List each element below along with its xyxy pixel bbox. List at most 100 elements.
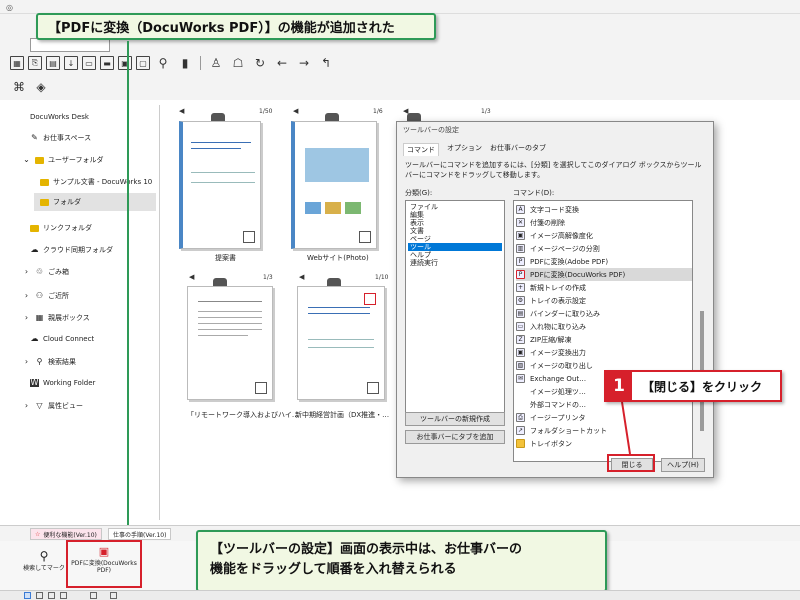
rotate-icon[interactable]: ↻ xyxy=(251,54,269,72)
document-thumbnail[interactable] xyxy=(179,121,261,249)
monitor-icon[interactable]: ▢ xyxy=(136,56,150,70)
sidebar-item-desk[interactable]: DocuWorks Desk xyxy=(30,113,89,121)
grid-icon[interactable]: ▦ xyxy=(10,56,24,70)
command-list-scrollbar[interactable] xyxy=(698,201,706,463)
document-item[interactable]: ◀ 1/10 新中期経営計画（DX推進・… xyxy=(291,270,391,430)
annotation-bottom: 【ツールバーの設定】画面の表示中は、お仕事バーの 機能をドラッグして順番を入れ替… xyxy=(196,530,607,592)
sidebar-item-user-folder[interactable]: ⌄ ユーザーフォルダ xyxy=(22,155,103,165)
document-thumbnail[interactable] xyxy=(291,121,377,249)
folder-icon[interactable]: ▬ xyxy=(100,56,114,70)
annotation-icon[interactable]: ☖ xyxy=(229,54,247,72)
image-tool-icon xyxy=(516,387,525,396)
add-workbar-tab-button[interactable]: お仕事バーにタブを追加 xyxy=(405,430,505,444)
sidebar-item-neighborhood[interactable]: › ⚇ ご近所 xyxy=(22,291,69,301)
view-tray-icon[interactable] xyxy=(90,592,97,599)
list-item[interactable]: 表示 xyxy=(408,219,502,227)
list-item[interactable]: 編集 xyxy=(408,211,502,219)
tag-icon[interactable]: ⌘ xyxy=(10,78,28,96)
command-item-selected[interactable]: P PDFに変換(DocuWorks PDF) xyxy=(516,268,692,281)
document-thumbnail[interactable] xyxy=(297,286,385,400)
new-tray-icon: + xyxy=(516,283,525,292)
view-list-icon[interactable] xyxy=(36,592,43,599)
toolbar-settings-dialog: ツールバーの設定 コマンド オプション お仕事バーのタブ ツールバーにコマンドを… xyxy=(396,121,714,478)
zoom-icon[interactable]: ⚲ xyxy=(154,54,172,72)
list-item[interactable]: 文書 xyxy=(408,227,502,235)
seal-icon xyxy=(364,293,376,305)
list-item-selected[interactable]: ツール xyxy=(408,243,502,251)
docuworks-pdf-icon: P xyxy=(516,270,525,279)
sidebar-item-search-results[interactable]: › ⚲ 検索結果 xyxy=(22,357,76,367)
command-item[interactable]: P PDFに変換(Adobe PDF) xyxy=(516,255,692,268)
step-text: 【閉じる】をクリック xyxy=(642,379,763,394)
page-counter: 1/3 xyxy=(481,108,491,115)
sidebar-item-confidential-box[interactable]: › ▦ 親展ボックス xyxy=(22,313,90,323)
search-input[interactable] xyxy=(30,38,110,52)
command-item[interactable]: ▥ イメージページの分割 xyxy=(516,242,692,255)
list-item[interactable]: 連続実行 xyxy=(408,259,502,267)
view-grid-icon[interactable] xyxy=(60,592,67,599)
sidebar-item-link-folder[interactable]: リンクフォルダ xyxy=(30,223,92,233)
arrow-left-icon[interactable]: ◀ xyxy=(179,107,184,115)
sidebar-item-label: DocuWorks Desk xyxy=(30,113,89,121)
document-item[interactable]: ◀ 1/6 Webサイト(Photo) xyxy=(287,105,383,265)
help-button[interactable]: ヘルプ(H) xyxy=(661,458,705,472)
list-item[interactable]: ヘルプ xyxy=(408,251,502,259)
copy-icon[interactable]: ⎘ xyxy=(28,56,42,70)
tab-workbar-tabs[interactable]: お仕事バーのタブ xyxy=(490,143,546,156)
stamp-icon[interactable]: ♙ xyxy=(207,54,225,72)
sidebar-item-cloud-sync[interactable]: ☁ クラウド同期フォルダ xyxy=(30,245,114,255)
annotation-step: 1 【閉じる】をクリック xyxy=(604,370,782,402)
view-pin-icon[interactable] xyxy=(110,592,117,599)
up-arrow-icon[interactable]: ↰ xyxy=(317,54,335,72)
label-icon[interactable]: ◈ xyxy=(32,78,50,96)
tab-convenient-features[interactable]: ☆ 便利な機能(Ver.10) xyxy=(30,528,102,540)
step-pointer xyxy=(621,401,631,455)
import-icon[interactable]: ↓ xyxy=(64,56,78,70)
command-label: イメージ処理ツ… xyxy=(530,387,586,396)
command-item[interactable]: A 文字コード変換 xyxy=(516,203,692,216)
view-detail-icon[interactable] xyxy=(48,592,55,599)
document-thumbnail[interactable] xyxy=(187,286,273,400)
dialog-tabs: コマンド オプション お仕事バーのタブ xyxy=(403,143,546,156)
image-extract-icon: ▧ xyxy=(516,361,525,370)
sidebar-item-label: ユーザーフォルダ xyxy=(48,156,104,164)
search-and-mark-button[interactable]: ⚲ 検索してマーク xyxy=(22,549,66,572)
bookmark-icon[interactable]: ▮ xyxy=(176,54,194,72)
stamp-icon xyxy=(243,231,255,243)
command-item[interactable]: + 新規トレイの作成 xyxy=(516,281,692,294)
chevron-right-icon: › xyxy=(24,401,29,410)
sidebar-item-workspace[interactable]: ✎ お仕事スペース xyxy=(30,133,91,143)
arrow-left-icon[interactable]: ◀ xyxy=(293,107,298,115)
list-item[interactable]: ページ xyxy=(408,235,502,243)
sidebar-item-sample-docs[interactable]: サンプル文書 - DocuWorks 10 xyxy=(40,177,152,187)
new-toolbar-button[interactable]: ツールバーの新規作成 xyxy=(405,412,505,426)
sidebar-item-folder[interactable]: フォルダ xyxy=(34,193,156,211)
command-item[interactable]: ✕ 付箋の削除 xyxy=(516,216,692,229)
workbar-button-label: 検索してマーク xyxy=(23,565,65,572)
command-item[interactable]: ▣ イメージ高解像度化 xyxy=(516,229,692,242)
document-item[interactable]: ◀ 1/3 「リモートワーク導入およびハイ… xyxy=(175,270,299,430)
arrow-left-icon[interactable]: ◀ xyxy=(189,273,194,281)
document-item[interactable]: ◀ 1/50 提案書 xyxy=(175,105,272,265)
sidebar-item-trash[interactable]: › ♲ ごみ箱 xyxy=(22,267,69,277)
send-icon[interactable]: ▣ xyxy=(118,56,132,70)
tab-commands[interactable]: コマンド xyxy=(403,143,439,156)
sidebar-item-cloud-connect[interactable]: ☁ Cloud Connect xyxy=(30,335,95,344)
tab-work-procedure[interactable]: 仕事の手順(Ver.10) xyxy=(108,528,172,540)
arrow-left-icon[interactable]: ◀ xyxy=(299,273,304,281)
command-item[interactable]: ▤ バインダーに取り込み xyxy=(516,307,692,320)
sidebar-item-working-folder[interactable]: W Working Folder xyxy=(30,379,95,387)
print-icon[interactable]: ▤ xyxy=(46,56,60,70)
export-icon[interactable]: ▭ xyxy=(82,56,96,70)
command-item[interactable]: Z ZIP圧縮/解凍 xyxy=(516,333,692,346)
sidebar-item-attribute-view[interactable]: › ▽ 属性ビュー xyxy=(22,401,83,411)
command-item[interactable]: ▭ 入れ物に取り込み xyxy=(516,320,692,333)
view-thumbnail-icon[interactable] xyxy=(24,592,31,599)
forward-arrow-icon[interactable]: → xyxy=(295,54,313,72)
category-list[interactable]: ファイル 編集 表示 文書 ページ ツール ヘルプ 連続実行 xyxy=(405,200,505,422)
back-arrow-icon[interactable]: ← xyxy=(273,54,291,72)
command-item[interactable]: ▣ イメージ変換出力 xyxy=(516,346,692,359)
command-item[interactable]: ⚙ トレイの表示設定 xyxy=(516,294,692,307)
list-item[interactable]: ファイル xyxy=(408,203,502,211)
tab-options[interactable]: オプション xyxy=(447,143,482,156)
